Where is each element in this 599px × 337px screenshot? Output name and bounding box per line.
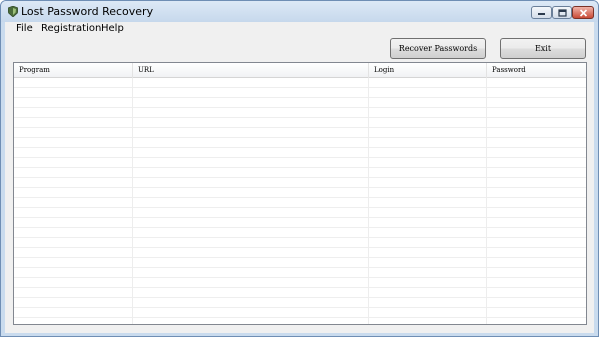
maximize-button[interactable]	[552, 6, 572, 19]
column-divider	[486, 78, 487, 324]
title-bar[interactable]: Lost Password Recovery	[1, 1, 598, 22]
maximize-icon	[557, 8, 567, 17]
column-divider	[132, 78, 133, 324]
menu-file[interactable]: File	[16, 23, 33, 34]
column-header-program[interactable]: Program	[14, 63, 133, 78]
menu-help[interactable]: Help	[101, 23, 124, 34]
table-header: Program URL Login Password	[14, 63, 586, 78]
client-area: File Registration Help Recover Passwords…	[5, 22, 594, 333]
minimize-button[interactable]	[531, 6, 552, 19]
exit-button[interactable]: Exit	[500, 38, 586, 59]
close-button[interactable]	[572, 6, 594, 19]
window-title: Lost Password Recovery	[21, 5, 154, 18]
menu-registration[interactable]: Registration	[41, 23, 101, 34]
main-window: Lost Password Recovery File Registration…	[0, 0, 599, 337]
recover-passwords-button[interactable]: Recover Passwords	[390, 38, 486, 59]
column-header-password[interactable]: Password	[487, 63, 586, 78]
column-header-login[interactable]: Login	[369, 63, 487, 78]
column-header-url[interactable]: URL	[133, 63, 369, 78]
column-divider	[368, 78, 369, 324]
shield-app-icon	[8, 6, 18, 17]
close-icon	[579, 8, 587, 17]
table-body[interactable]	[14, 78, 586, 324]
minimize-icon	[538, 12, 545, 15]
menu-bar: File Registration Help	[5, 22, 594, 38]
results-table[interactable]: Program URL Login Password	[13, 62, 587, 325]
